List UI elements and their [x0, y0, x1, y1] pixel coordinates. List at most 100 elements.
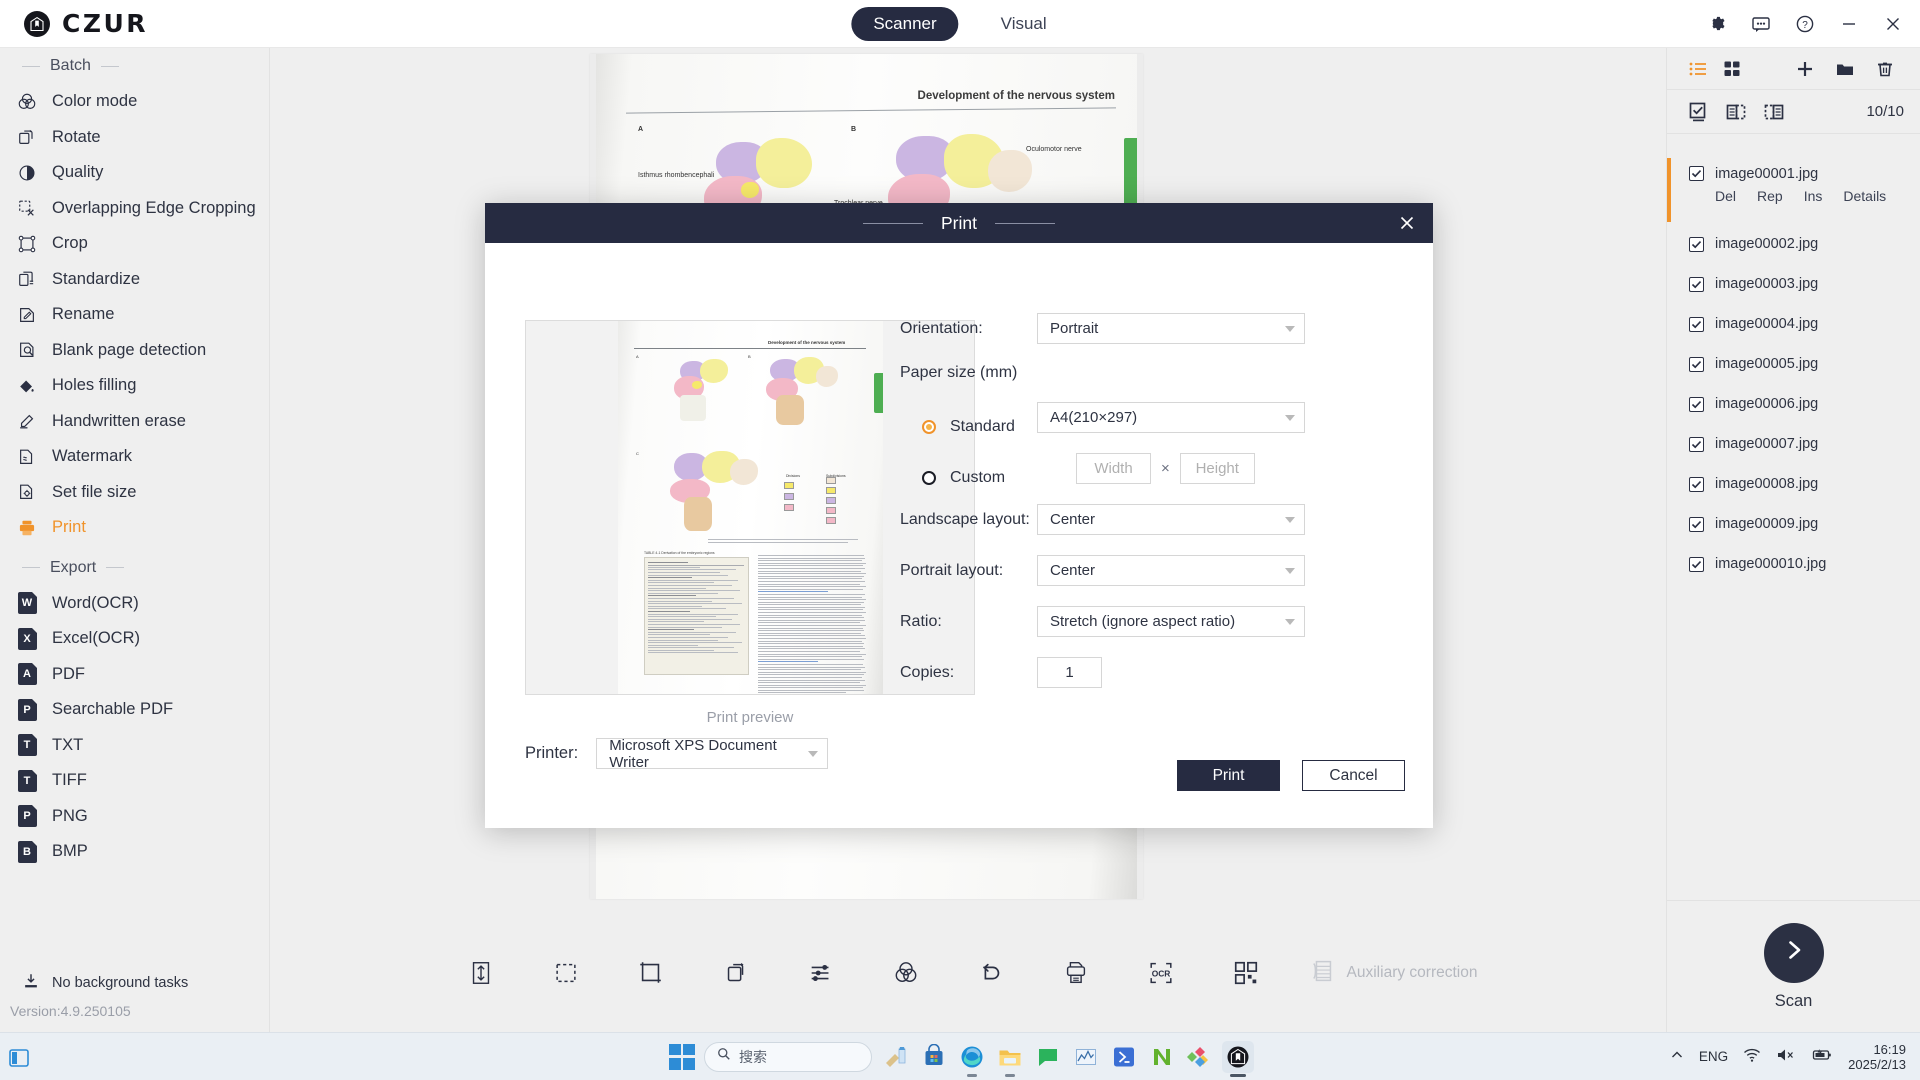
standard-paper-select[interactable]: A4(210×297) — [1037, 402, 1305, 433]
sidebar-item-handwritten-erase[interactable]: Handwritten erase — [0, 404, 269, 440]
file-checkbox[interactable] — [1689, 356, 1704, 372]
list-item[interactable]: image00008.jpg — [1667, 464, 1920, 504]
list-item[interactable]: image00007.jpg — [1667, 424, 1920, 464]
photos-app-icon[interactable] — [1184, 1041, 1216, 1073]
sidebar-item-excel-ocr[interactable]: X Excel(OCR) — [0, 621, 269, 657]
volume-muted-icon[interactable] — [1776, 1047, 1796, 1066]
printer-select[interactable]: Microsoft XPS Document Writer — [596, 737, 829, 771]
list-item[interactable]: image00001.jpg Del Rep Ins Details — [1667, 158, 1920, 224]
powershell-icon[interactable] — [1108, 1041, 1140, 1073]
grid-view-icon[interactable] — [1719, 56, 1745, 82]
tab-scanner[interactable]: Scanner — [851, 6, 959, 41]
edge-browser-icon[interactable] — [956, 1041, 988, 1073]
stats-app-icon[interactable] — [1070, 1041, 1102, 1073]
select-odd-icon[interactable] — [1723, 99, 1749, 125]
file-checkbox[interactable] — [1689, 556, 1704, 572]
landscape-layout-select[interactable]: Center — [1037, 504, 1305, 535]
sidebar-item-color-mode[interactable]: Color mode — [0, 84, 269, 120]
file-checkbox[interactable] — [1689, 316, 1704, 332]
language-indicator[interactable]: ENG — [1699, 1049, 1728, 1064]
sidebar-item-crop[interactable]: Crop — [0, 226, 269, 262]
sidebar-item-blank-page-detection[interactable]: Blank page detection — [0, 333, 269, 369]
list-item[interactable]: image00005.jpg — [1667, 344, 1920, 384]
list-item[interactable]: image00006.jpg — [1667, 384, 1920, 424]
sidebar-item-set-file-size[interactable]: Set file size — [0, 475, 269, 511]
sidebar-item-tiff[interactable]: T TIFF — [0, 763, 269, 799]
nvidia-app-icon[interactable] — [1146, 1041, 1178, 1073]
background-tasks-status[interactable]: No background tasks — [0, 968, 269, 998]
chevron-up-icon[interactable] — [1670, 1048, 1684, 1065]
list-item[interactable]: image00002.jpg — [1667, 224, 1920, 264]
windows-start-icon[interactable] — [666, 1041, 698, 1073]
sidebar-item-pdf[interactable]: A PDF — [0, 657, 269, 693]
sidebar-item-watermark[interactable]: Watermark — [0, 439, 269, 475]
settings-icon[interactable] — [1706, 13, 1728, 35]
sidebar-item-holes-filling[interactable]: Holes filling — [0, 368, 269, 404]
czur-app-icon[interactable] — [1222, 1040, 1254, 1073]
sidebar-item-word-ocr[interactable]: W Word(OCR) — [0, 586, 269, 622]
file-checkbox[interactable] — [1689, 436, 1704, 452]
list-item[interactable]: image00004.jpg — [1667, 304, 1920, 344]
sidebar-item-rename[interactable]: Rename — [0, 297, 269, 333]
list-item[interactable]: image000010.jpg — [1667, 544, 1920, 584]
select-all-icon[interactable] — [1685, 99, 1711, 125]
sidebar-item-quality[interactable]: Quality — [0, 155, 269, 191]
delete-icon[interactable] — [1872, 56, 1898, 82]
file-checkbox[interactable] — [1689, 276, 1704, 292]
custom-width-input[interactable] — [1076, 453, 1151, 484]
qrcode-icon[interactable] — [1224, 951, 1268, 995]
portrait-layout-select[interactable]: Center — [1037, 555, 1305, 586]
folder-icon[interactable] — [1832, 56, 1858, 82]
rotate-icon[interactable] — [714, 951, 758, 995]
sidebar-item-overlapping-edge-cropping[interactable]: Overlapping Edge Cropping — [0, 191, 269, 227]
file-checkbox[interactable] — [1689, 396, 1704, 412]
sidebar-item-png[interactable]: P PNG — [0, 799, 269, 835]
sidebar-item-bmp[interactable]: B BMP — [0, 834, 269, 870]
feedback-icon[interactable] — [1750, 13, 1772, 35]
sidebar-item-searchable-pdf[interactable]: P Searchable PDF — [0, 692, 269, 728]
file-checkbox[interactable] — [1689, 166, 1704, 181]
adjust-sliders-icon[interactable] — [799, 951, 843, 995]
copies-input[interactable] — [1037, 657, 1102, 688]
taskbar-corner-icon[interactable] — [8, 1047, 30, 1074]
minimize-icon[interactable] — [1838, 13, 1860, 35]
list-item[interactable]: image00009.jpg — [1667, 504, 1920, 544]
custom-radio[interactable] — [922, 470, 936, 485]
list-view-icon[interactable] — [1685, 56, 1711, 82]
file-action-ins[interactable]: Ins — [1804, 188, 1823, 204]
auxiliary-correction-button[interactable]: Auxiliary correction — [1309, 957, 1477, 990]
tab-visual[interactable]: Visual — [979, 7, 1069, 41]
microsoft-store-icon[interactable] — [918, 1041, 950, 1073]
print-button[interactable]: Print — [1177, 760, 1280, 791]
sidebar-item-print[interactable]: Print — [0, 510, 269, 546]
fit-height-icon[interactable] — [459, 951, 503, 995]
file-list[interactable]: image00001.jpg Del Rep Ins Details image… — [1667, 158, 1920, 794]
wifi-icon[interactable] — [1743, 1047, 1761, 1066]
chat-icon[interactable] — [1032, 1041, 1064, 1073]
standard-radio[interactable] — [922, 419, 936, 434]
undo-icon[interactable] — [969, 951, 1013, 995]
crop-icon[interactable] — [629, 951, 673, 995]
select-area-icon[interactable] — [544, 951, 588, 995]
custom-height-input[interactable] — [1179, 453, 1255, 484]
file-action-rep[interactable]: Rep — [1757, 188, 1783, 204]
file-action-details[interactable]: Details — [1843, 188, 1886, 204]
ocr-icon[interactable]: OCR — [1139, 951, 1183, 995]
search-input[interactable]: 搜索 — [704, 1041, 872, 1072]
file-checkbox[interactable] — [1689, 236, 1704, 252]
battery-charging-icon[interactable] — [1811, 1048, 1833, 1065]
file-action-del[interactable]: Del — [1715, 188, 1736, 204]
select-even-icon[interactable] — [1761, 99, 1787, 125]
cancel-button[interactable]: Cancel — [1302, 760, 1405, 791]
print-icon[interactable] — [1054, 951, 1098, 995]
sidebar-item-standardize[interactable]: Standardize — [0, 262, 269, 298]
clock[interactable]: 16:19 2025/2/13 — [1848, 1042, 1906, 1072]
file-checkbox[interactable] — [1689, 476, 1704, 492]
add-icon[interactable] — [1792, 56, 1818, 82]
sidebar-item-txt[interactable]: T TXT — [0, 728, 269, 764]
help-icon[interactable]: ? — [1794, 13, 1816, 35]
ratio-select[interactable]: Stretch (ignore aspect ratio) — [1037, 606, 1305, 637]
file-explorer-icon[interactable] — [994, 1041, 1026, 1073]
sidebar-item-rotate[interactable]: Rotate — [0, 120, 269, 156]
file-checkbox[interactable] — [1689, 516, 1704, 532]
